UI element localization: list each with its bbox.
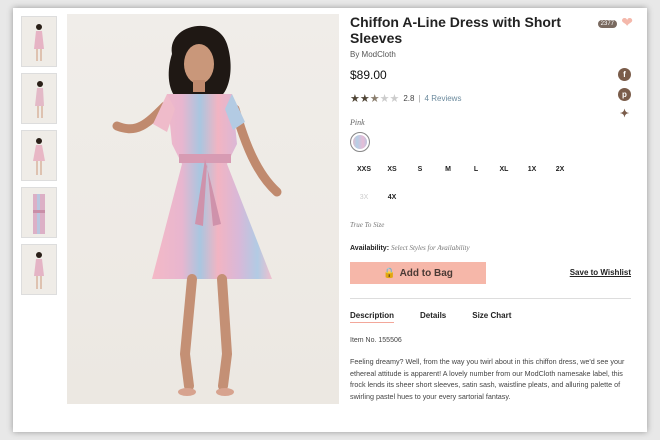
rating-separator: | xyxy=(418,94,421,103)
availability: Availability: Select Styles for Availabi… xyxy=(350,244,637,252)
thumbnail-image xyxy=(35,81,44,118)
size-option[interactable]: XL xyxy=(490,165,518,193)
thumbnail-5[interactable] xyxy=(21,244,57,295)
facebook-icon[interactable]: f xyxy=(618,68,631,81)
thumbnail-image xyxy=(34,252,44,289)
product-page: Chiffon A-Line Dress with Short Sleeves … xyxy=(13,8,647,432)
rating-value: 2.8 xyxy=(403,94,415,103)
tab-description[interactable]: Description xyxy=(350,311,395,323)
item-number: Item No. 155506 xyxy=(350,337,402,344)
size-option[interactable]: 4X xyxy=(378,193,406,221)
thumbnail-2[interactable] xyxy=(21,73,57,124)
availability-label: Availability: xyxy=(350,245,390,252)
thumbnail-image xyxy=(33,194,45,234)
color-label: Pink xyxy=(350,118,365,127)
color-swatch-pink[interactable] xyxy=(350,132,370,152)
product-description: Feeling dreamy? Well, from the way you t… xyxy=(350,357,625,401)
product-title: Chiffon A-Line Dress with Short Sleeves xyxy=(350,14,562,46)
reviews-link[interactable]: 4 Reviews xyxy=(425,94,462,103)
product-tabs: Description Details Size Chart xyxy=(350,311,637,323)
main-product-image[interactable] xyxy=(67,14,339,404)
product-brand: By ModCloth xyxy=(350,50,396,59)
pinterest-icon[interactable]: p xyxy=(618,88,631,101)
thumbnail-3[interactable] xyxy=(21,130,57,181)
thumbnail-image xyxy=(33,138,45,175)
product-info: Chiffon A-Line Dress with Short Sleeves … xyxy=(350,14,637,402)
thumbnail-image xyxy=(34,24,44,61)
add-to-bag-label: Add to Bag xyxy=(399,267,453,279)
save-to-wishlist-link[interactable]: Save to Wishlist xyxy=(570,268,631,277)
twitter-icon[interactable]: ✦ xyxy=(618,108,631,121)
size-option[interactable]: S xyxy=(406,165,434,193)
star-rating: ★★★★★ xyxy=(350,93,400,105)
size-selector: XXS XS S M L XL 1X 2X 3X 4X xyxy=(350,165,580,221)
thumbnail-list xyxy=(21,16,57,301)
fit-note: True To Size xyxy=(350,221,385,229)
thumbnail-4[interactable] xyxy=(21,187,57,238)
likes-count-badge: 2377 xyxy=(597,20,617,28)
size-option[interactable]: 2X xyxy=(546,165,574,193)
thumbnail-1[interactable] xyxy=(21,16,57,67)
tab-details[interactable]: Details xyxy=(420,311,446,323)
rating-row: ★★★★★ 2.8 | 4 Reviews xyxy=(350,92,637,105)
size-option[interactable]: 1X xyxy=(518,165,546,193)
tab-size-chart[interactable]: Size Chart xyxy=(472,311,511,323)
size-option[interactable]: L xyxy=(462,165,490,193)
size-option-unavailable: 3X xyxy=(359,194,369,201)
product-price: $89.00 xyxy=(350,68,387,82)
size-option[interactable]: XS xyxy=(378,165,406,193)
dress-model-illustration xyxy=(112,25,282,396)
availability-value: Select Styles for Availability xyxy=(390,244,470,252)
add-to-bag-button[interactable]: 🔒 Add to Bag xyxy=(350,262,486,284)
purchase-actions: 🔒 Add to Bag Save to Wishlist xyxy=(350,262,637,284)
divider xyxy=(350,298,631,299)
size-option[interactable]: M xyxy=(434,165,462,193)
heart-icon[interactable]: ❤ xyxy=(621,14,633,31)
bag-icon: 🔒 xyxy=(383,267,396,279)
size-option[interactable]: XXS xyxy=(350,165,378,193)
